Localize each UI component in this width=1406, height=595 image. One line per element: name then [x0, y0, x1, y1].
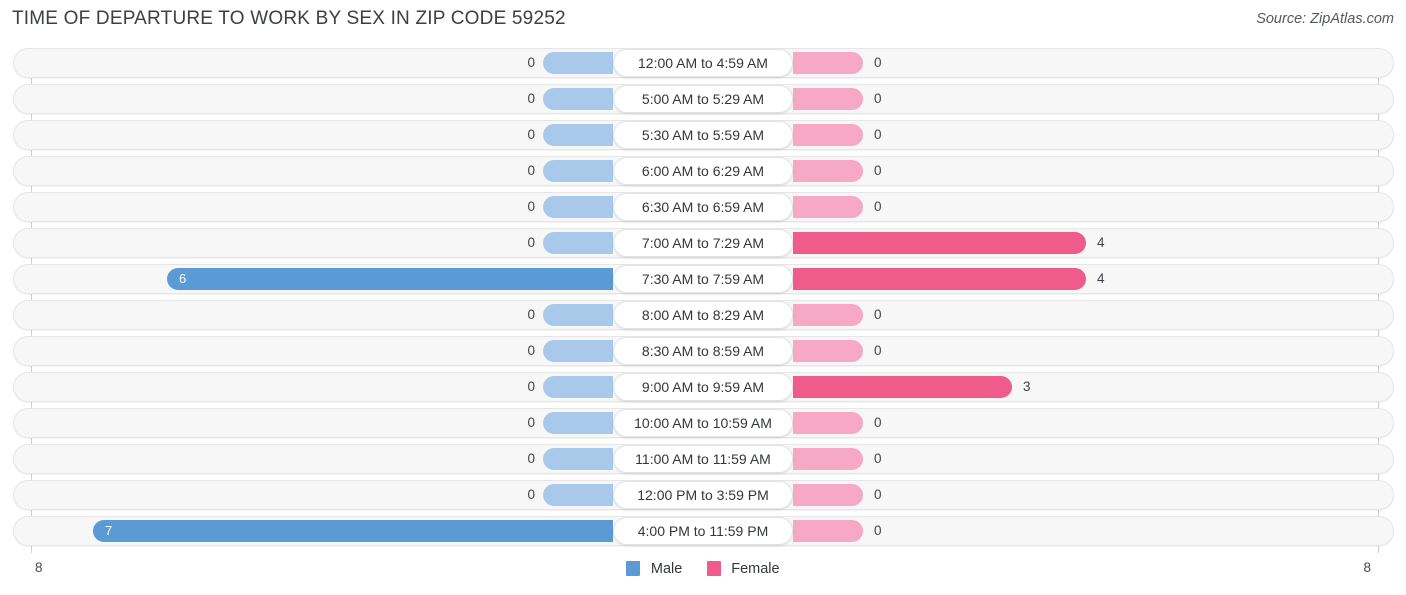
bar-male[interactable]: [543, 88, 613, 110]
chart-header: TIME OF DEPARTURE TO WORK BY SEX IN ZIP …: [0, 0, 1406, 42]
category-label[interactable]: 9:00 AM to 9:59 AM: [613, 373, 793, 401]
bar-female[interactable]: [793, 520, 863, 542]
bar-value-male: 6: [179, 271, 187, 286]
bar-male[interactable]: [543, 304, 613, 326]
bar-value-male: 0: [527, 235, 535, 250]
bar-value-male: 7: [105, 523, 113, 538]
bar-female[interactable]: [793, 232, 1086, 254]
bar-value-male: 0: [527, 415, 535, 430]
bar-value-female: 0: [874, 343, 882, 358]
bar-male[interactable]: [543, 412, 613, 434]
bar-female[interactable]: [793, 268, 1086, 290]
bar-male[interactable]: [543, 124, 613, 146]
bar-male[interactable]: [543, 448, 613, 470]
chart-row: 0 0 12:00 PM to 3:59 PM: [0, 480, 1406, 510]
bar-value-female: 3: [1023, 379, 1031, 394]
bar-value-male: 0: [527, 127, 535, 142]
bar-male[interactable]: [543, 52, 613, 74]
category-label[interactable]: 5:00 AM to 5:29 AM: [613, 85, 793, 113]
bar-female[interactable]: [793, 304, 863, 326]
legend-swatch-male-icon: [626, 561, 641, 576]
bar-value-female: 0: [874, 163, 882, 178]
chart-row: 0 0 8:30 AM to 8:59 AM: [0, 336, 1406, 366]
bar-value-female: 0: [874, 91, 882, 106]
chart-row: 0 0 11:00 AM to 11:59 AM: [0, 444, 1406, 474]
category-label[interactable]: 8:30 AM to 8:59 AM: [613, 337, 793, 365]
bar-female[interactable]: [793, 340, 863, 362]
chart-row: 0 0 5:00 AM to 5:29 AM: [0, 84, 1406, 114]
bar-value-female: 0: [874, 199, 882, 214]
category-label[interactable]: 10:00 AM to 10:59 AM: [613, 409, 793, 437]
chart-footer: 8 8 Male Female: [0, 556, 1406, 595]
category-label[interactable]: 4:00 PM to 11:59 PM: [613, 517, 793, 545]
bar-female[interactable]: [793, 376, 1012, 398]
bar-value-male: 0: [527, 91, 535, 106]
bar-male[interactable]: [543, 340, 613, 362]
chart-row: 0 3 9:00 AM to 9:59 AM: [0, 372, 1406, 402]
bar-female[interactable]: [793, 412, 863, 434]
bar-value-female: 0: [874, 415, 882, 430]
chart-row: 0 0 6:00 AM to 6:29 AM: [0, 156, 1406, 186]
category-label[interactable]: 6:00 AM to 6:29 AM: [613, 157, 793, 185]
chart-row: 0 0 5:30 AM to 5:59 AM: [0, 120, 1406, 150]
bar-value-female: 0: [874, 55, 882, 70]
bar-female[interactable]: [793, 52, 863, 74]
bar-value-male: 0: [527, 451, 535, 466]
chart-legend: Male Female: [0, 560, 1406, 578]
bar-value-male: 0: [527, 55, 535, 70]
category-label[interactable]: 6:30 AM to 6:59 AM: [613, 193, 793, 221]
bar-male[interactable]: [543, 160, 613, 182]
category-label[interactable]: 5:30 AM to 5:59 AM: [613, 121, 793, 149]
bar-value-male: 0: [527, 343, 535, 358]
bar-value-male: 0: [527, 487, 535, 502]
bar-male[interactable]: 7: [93, 520, 613, 542]
bar-male[interactable]: [543, 232, 613, 254]
bar-value-female: 0: [874, 487, 882, 502]
chart-row: 0 4 7:00 AM to 7:29 AM: [0, 228, 1406, 258]
legend-item-male[interactable]: Male: [626, 560, 682, 578]
bar-male[interactable]: 6: [167, 268, 613, 290]
bar-value-female: 0: [874, 451, 882, 466]
legend-swatch-female-icon: [706, 561, 721, 576]
chart-row: 0 0 6:30 AM to 6:59 AM: [0, 192, 1406, 222]
page-title: TIME OF DEPARTURE TO WORK BY SEX IN ZIP …: [12, 8, 566, 29]
bar-female[interactable]: [793, 448, 863, 470]
legend-label-female: Female: [731, 560, 780, 577]
bar-value-female: 4: [1097, 271, 1105, 286]
bar-male[interactable]: [543, 484, 613, 506]
bar-female[interactable]: [793, 124, 863, 146]
category-label[interactable]: 7:30 AM to 7:59 AM: [613, 265, 793, 293]
legend-label-male: Male: [650, 560, 683, 577]
bar-female[interactable]: [793, 88, 863, 110]
bar-male[interactable]: [543, 376, 613, 398]
chart-plot-area: 0 0 12:00 AM to 4:59 AM 0 0 5:00 AM to 5:29 A…: [0, 48, 1406, 553]
bar-value-male: 0: [527, 379, 535, 394]
legend-item-female[interactable]: Female: [706, 560, 780, 578]
category-label[interactable]: 12:00 PM to 3:59 PM: [613, 481, 793, 509]
bar-male[interactable]: [543, 196, 613, 218]
chart-row: 6 4 7:30 AM to 7:59 AM: [0, 264, 1406, 294]
bar-value-male: 0: [527, 199, 535, 214]
bar-female[interactable]: [793, 160, 863, 182]
bar-value-female: 0: [874, 127, 882, 142]
category-label[interactable]: 7:00 AM to 7:29 AM: [613, 229, 793, 257]
category-label[interactable]: 8:00 AM to 8:29 AM: [613, 301, 793, 329]
bar-female[interactable]: [793, 196, 863, 218]
bar-value-female: 0: [874, 307, 882, 322]
bar-value-male: 0: [527, 163, 535, 178]
category-label[interactable]: 11:00 AM to 11:59 AM: [613, 445, 793, 473]
source-attribution: Source: ZipAtlas.com: [1256, 11, 1394, 27]
chart-row: 0 0 12:00 AM to 4:59 AM: [0, 48, 1406, 78]
chart-rows: 0 0 12:00 AM to 4:59 AM 0 0 5:00 AM to 5:29 A…: [0, 48, 1406, 552]
bar-value-female: 0: [874, 523, 882, 538]
category-label[interactable]: 12:00 AM to 4:59 AM: [613, 49, 793, 77]
bar-value-female: 4: [1097, 235, 1105, 250]
chart-row: 0 0 8:00 AM to 8:29 AM: [0, 300, 1406, 330]
bar-value-male: 0: [527, 307, 535, 322]
chart-row: 7 0 4:00 PM to 11:59 PM: [0, 516, 1406, 546]
bar-female[interactable]: [793, 484, 863, 506]
chart-row: 0 0 10:00 AM to 10:59 AM: [0, 408, 1406, 438]
